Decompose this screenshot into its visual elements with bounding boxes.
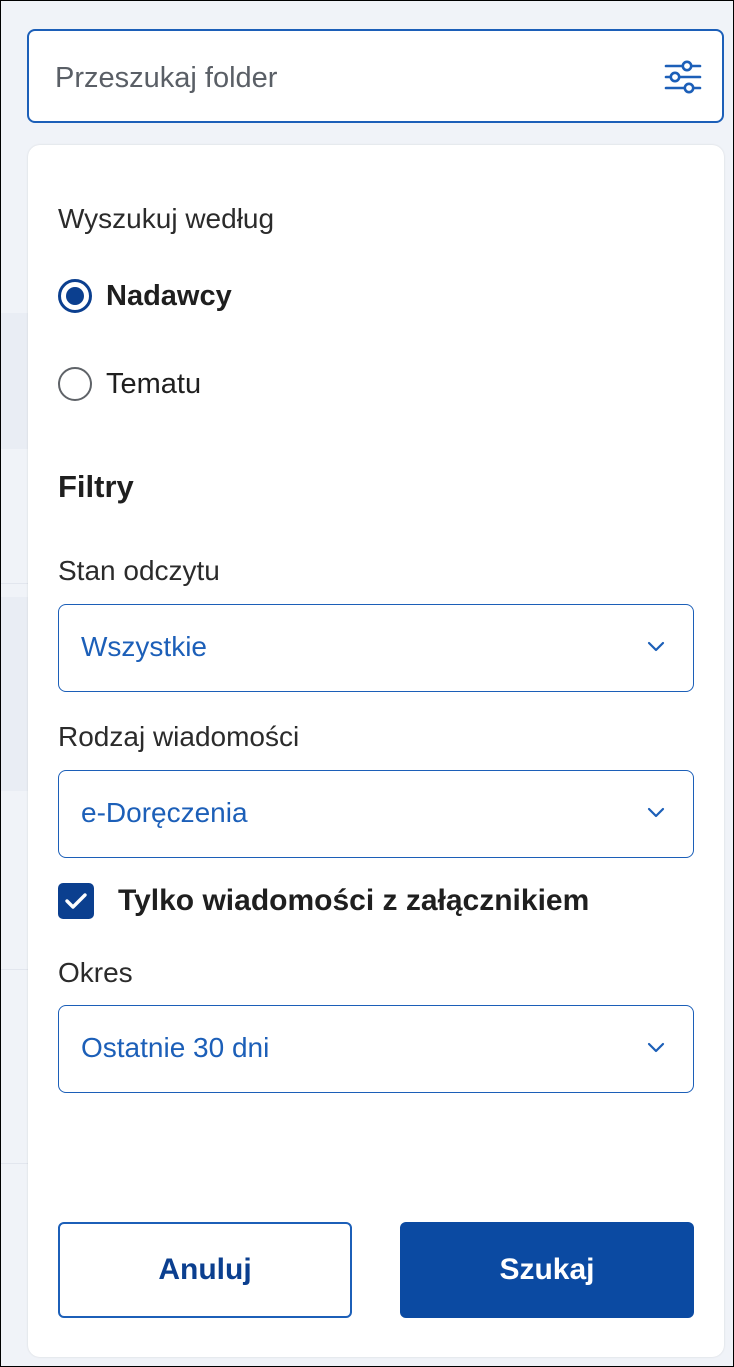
background-divider bbox=[1, 1163, 29, 1164]
period-value: Ostatnie 30 dni bbox=[81, 1032, 270, 1063]
search-button-label: Szukaj bbox=[499, 1253, 595, 1286]
attachments-only-checkbox-row[interactable]: Tylko wiadomości z załącznikiem bbox=[58, 883, 589, 919]
period-select[interactable]: Ostatnie 30 dni bbox=[58, 1005, 694, 1093]
chevron-down-icon bbox=[647, 641, 665, 652]
radio-option-subject[interactable]: Tematu bbox=[58, 367, 201, 401]
background-divider bbox=[1, 583, 29, 584]
radio-label-sender: Nadawcy bbox=[106, 279, 232, 312]
chevron-down-icon bbox=[647, 1042, 665, 1053]
background-list-row bbox=[1, 597, 29, 791]
read-state-select[interactable]: Wszystkie bbox=[58, 604, 694, 692]
search-by-label: Wyszukuj według bbox=[58, 203, 275, 234]
search-input[interactable] bbox=[53, 55, 617, 101]
sliders-icon bbox=[664, 60, 702, 94]
search-button[interactable]: Szukaj bbox=[400, 1222, 694, 1318]
attachments-only-label: Tylko wiadomości z załącznikiem bbox=[118, 884, 590, 917]
search-filter-window: Wyszukuj według Nadawcy Tematu Filtry St… bbox=[0, 0, 734, 1367]
radio-label-subject: Tematu bbox=[106, 367, 202, 400]
radio-option-sender[interactable]: Nadawcy bbox=[58, 279, 232, 313]
filters-title: Filtry bbox=[58, 469, 134, 504]
background-list-row bbox=[1, 313, 29, 449]
background-divider bbox=[1, 969, 29, 970]
search-options-panel: Wyszukuj według Nadawcy Tematu Filtry St… bbox=[28, 145, 724, 1357]
cancel-button-label: Anuluj bbox=[158, 1253, 252, 1286]
read-state-label: Stan odczytu bbox=[58, 555, 220, 586]
attachments-only-checkbox[interactable] bbox=[58, 883, 94, 919]
radio-button[interactable] bbox=[58, 367, 92, 401]
period-label: Okres bbox=[58, 957, 133, 988]
filter-toggle-button[interactable] bbox=[659, 53, 707, 101]
message-type-select[interactable]: e-Doręczenia bbox=[58, 770, 694, 858]
chevron-down-icon bbox=[647, 807, 665, 818]
read-state-value: Wszystkie bbox=[81, 631, 207, 662]
search-box bbox=[27, 29, 724, 123]
message-type-value: e-Doręczenia bbox=[81, 797, 248, 828]
message-type-label: Rodzaj wiadomości bbox=[58, 721, 300, 752]
cancel-button[interactable]: Anuluj bbox=[58, 1222, 352, 1318]
radio-button-selected[interactable] bbox=[58, 279, 92, 313]
checkmark-icon bbox=[65, 893, 87, 909]
